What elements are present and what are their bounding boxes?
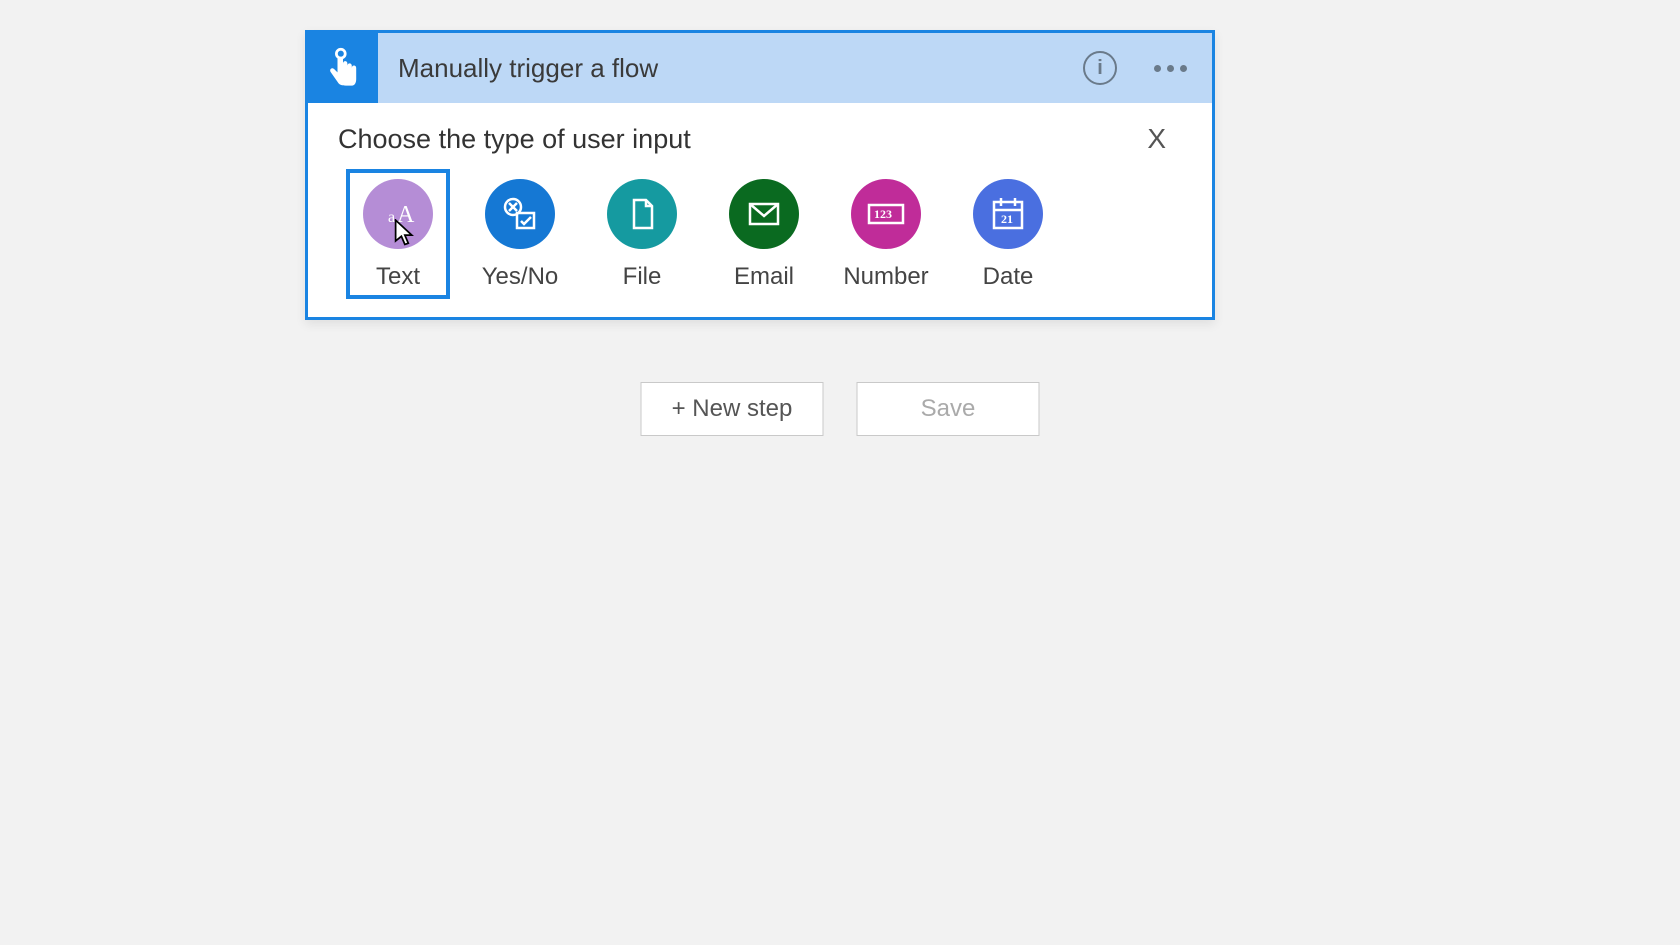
input-type-label: Number	[843, 263, 928, 291]
email-icon	[729, 179, 799, 249]
input-type-label: Text	[376, 263, 420, 291]
svg-text:123: 123	[874, 207, 892, 221]
input-type-email[interactable]: Email	[712, 169, 816, 299]
trigger-card-header[interactable]: Manually trigger a flow i	[308, 33, 1212, 103]
close-button[interactable]: X	[1137, 119, 1176, 159]
svg-text:A: A	[397, 202, 415, 228]
info-icon: i	[1083, 51, 1117, 85]
input-type-label: File	[623, 263, 662, 291]
more-icon	[1154, 65, 1187, 72]
input-type-number[interactable]: 123 Number	[834, 169, 938, 299]
input-type-yesno[interactable]: Yes/No	[468, 169, 572, 299]
input-type-heading: Choose the type of user input	[338, 124, 691, 155]
new-step-button[interactable]: + New step	[641, 382, 824, 436]
text-aa-icon: aA	[363, 179, 433, 249]
trigger-card-body: Choose the type of user input X aA Text Ye…	[308, 103, 1212, 317]
input-type-file[interactable]: File	[590, 169, 694, 299]
trigger-icon-container	[308, 33, 378, 103]
input-type-row: aA Text Yes/No File Email 123 Number 21 Date	[308, 165, 1212, 317]
input-type-date[interactable]: 21 Date	[956, 169, 1060, 299]
file-icon	[607, 179, 677, 249]
trigger-card: Manually trigger a flow i Choose the typ…	[305, 30, 1215, 320]
input-type-label: Email	[734, 263, 794, 291]
input-type-label: Date	[983, 263, 1034, 291]
save-button[interactable]: Save	[857, 382, 1040, 436]
input-type-text[interactable]: aA Text	[346, 169, 450, 299]
more-button[interactable]	[1150, 48, 1190, 88]
trigger-card-title: Manually trigger a flow	[398, 53, 1080, 84]
touch-icon	[321, 46, 365, 90]
number123-icon: 123	[851, 179, 921, 249]
calendar-icon: 21	[973, 179, 1043, 249]
svg-text:a: a	[388, 209, 395, 226]
card-header-actions: i	[1080, 48, 1212, 88]
footer-buttons: + New step Save	[641, 382, 1040, 436]
info-button[interactable]: i	[1080, 48, 1120, 88]
input-type-label: Yes/No	[482, 263, 559, 291]
svg-text:21: 21	[1001, 212, 1013, 226]
yesno-icon	[485, 179, 555, 249]
